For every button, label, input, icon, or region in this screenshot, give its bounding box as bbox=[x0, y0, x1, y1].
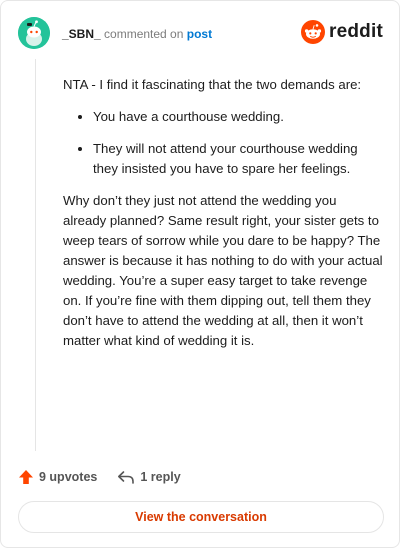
embed-card: _SBN_ commented on post reddit NTA - I f… bbox=[0, 0, 400, 548]
post-link[interactable]: post bbox=[187, 27, 212, 41]
bullet-item: You have a courthouse wedding. bbox=[93, 107, 383, 127]
comment-intro: NTA - I find it fascinating that the two… bbox=[63, 77, 362, 92]
reddit-logo[interactable]: reddit bbox=[301, 20, 383, 44]
bullet-list: You have a courthouse wedding. They will… bbox=[63, 107, 383, 179]
upvote-arrow-icon bbox=[19, 470, 33, 484]
reply-count: 1 reply bbox=[140, 470, 181, 484]
upvote-count: 9 upvotes bbox=[39, 470, 98, 484]
user-avatar[interactable] bbox=[18, 17, 50, 49]
comment-meta: _SBN_ commented on post bbox=[62, 27, 212, 41]
comment-header: _SBN_ commented on post reddit bbox=[18, 17, 383, 51]
comment-body: NTA - I find it fascinating that the two… bbox=[63, 75, 383, 351]
reply-arrow-icon bbox=[118, 471, 135, 484]
view-conversation-button[interactable]: View the conversation bbox=[18, 501, 384, 533]
comment-actions: 9 upvotes 1 reply bbox=[18, 467, 181, 487]
upvote-button[interactable]: 9 upvotes bbox=[18, 469, 97, 485]
reddit-wordmark: reddit bbox=[329, 21, 383, 42]
snoo-avatar-icon bbox=[18, 17, 50, 49]
bullet-item: They will not attend your courthouse wed… bbox=[93, 139, 383, 179]
commented-on-text: commented on bbox=[104, 27, 184, 41]
reply-button[interactable]: 1 reply bbox=[117, 469, 181, 485]
reddit-snoo-icon bbox=[301, 20, 326, 44]
thread-line[interactable] bbox=[35, 59, 36, 451]
comment-paragraph: Why don’t they just not attend the weddi… bbox=[63, 193, 383, 348]
username-link[interactable]: _SBN_ bbox=[62, 27, 101, 41]
